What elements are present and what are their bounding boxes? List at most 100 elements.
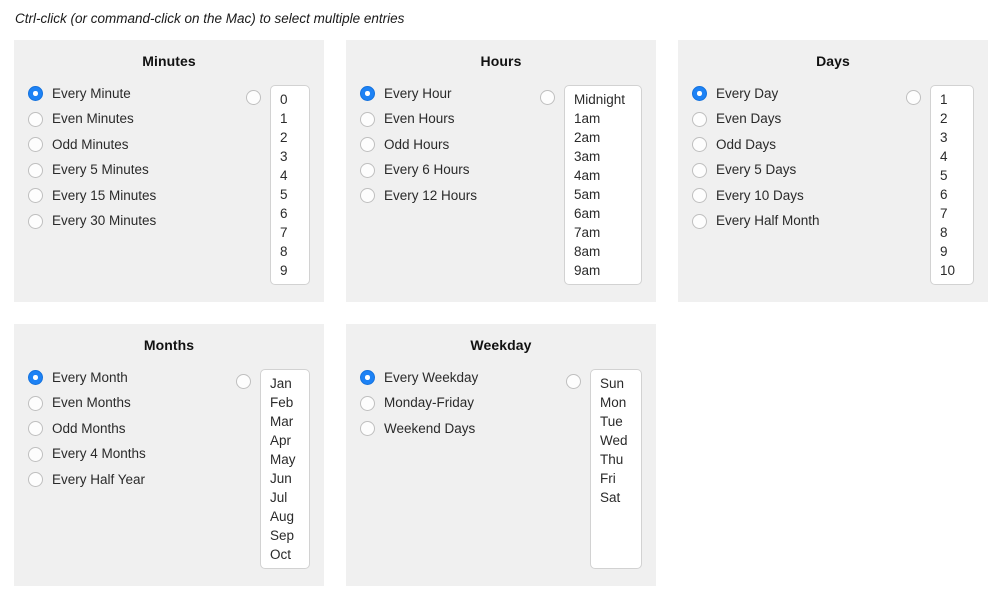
list-item[interactable]: Feb [261,393,309,412]
radio-icon-minutes-0[interactable] [28,86,43,102]
option-months-1[interactable]: Even Months [28,391,146,417]
option-hours-0[interactable]: Every Hour [360,81,477,107]
radio-icon-days-1[interactable] [692,111,707,127]
list-item[interactable]: Sep [261,526,309,545]
list-item[interactable]: 1 [271,109,309,128]
list-item[interactable]: 9 [271,261,309,280]
listbox-months[interactable]: Jan Feb Mar Apr May Jun Jul Aug Sep Oct [260,369,310,569]
radio-icon-months-3[interactable] [28,446,43,462]
list-item[interactable]: 5 [271,185,309,204]
listbox-hours[interactable]: Midnight 1am 2am 3am 4am 5am 6am 7am 8am… [564,85,642,285]
list-item[interactable]: Apr [261,431,309,450]
list-item[interactable]: 4 [931,147,973,166]
list-item[interactable]: Jan [261,374,309,393]
list-item[interactable]: 8am [565,242,641,261]
list-item[interactable]: May [261,450,309,469]
radio-icon-hours-4[interactable] [360,188,375,204]
radio-icon-minutes-4[interactable] [28,188,43,204]
radio-icon-weekday-specific[interactable] [566,374,581,389]
list-item[interactable]: Mar [261,412,309,431]
radio-icon-months-4[interactable] [28,472,43,488]
option-days-5[interactable]: Every Half Month [692,209,820,235]
list-item[interactable]: 8 [271,242,309,261]
list-item[interactable]: Sat [591,488,641,507]
list-item[interactable]: 6am [565,204,641,223]
listbox-minutes[interactable]: 0 1 2 3 4 5 6 7 8 9 [270,85,310,285]
option-days-2[interactable]: Odd Days [692,132,820,158]
option-days-4[interactable]: Every 10 Days [692,183,820,209]
radio-icon-hours-1[interactable] [360,111,375,127]
list-item[interactable]: 2am [565,128,641,147]
list-item[interactable]: 1 [931,90,973,109]
radio-icon-minutes-2[interactable] [28,137,43,153]
list-item[interactable]: 3 [271,147,309,166]
listbox-weekday[interactable]: Sun Mon Tue Wed Thu Fri Sat [590,369,642,569]
radio-icon-hours-0[interactable] [360,86,375,102]
list-item[interactable]: Oct [261,545,309,564]
list-item[interactable]: 8 [931,223,973,242]
list-item[interactable]: 2 [931,109,973,128]
list-item[interactable]: 1am [565,109,641,128]
radio-icon-days-4[interactable] [692,188,707,204]
radio-icon-days-0[interactable] [692,86,707,102]
option-hours-4[interactable]: Every 12 Hours [360,183,477,209]
option-days-1[interactable]: Even Days [692,107,820,133]
radio-icon-months-2[interactable] [28,421,43,437]
list-item[interactable]: 5 [931,166,973,185]
radio-icon-days-specific[interactable] [906,90,921,105]
option-hours-1[interactable]: Even Hours [360,107,477,133]
option-days-0[interactable]: Every Day [692,81,820,107]
list-item[interactable]: 9am [565,261,641,280]
list-item[interactable]: 4am [565,166,641,185]
radio-icon-months-0[interactable] [28,370,43,386]
radio-icon-days-2[interactable] [692,137,707,153]
radio-icon-months-specific[interactable] [236,374,251,389]
radio-icon-weekday-1[interactable] [360,395,375,411]
radio-icon-months-1[interactable] [28,395,43,411]
list-item[interactable]: 5am [565,185,641,204]
option-hours-2[interactable]: Odd Hours [360,132,477,158]
radio-icon-hours-3[interactable] [360,162,375,178]
list-item[interactable]: Midnight [565,90,641,109]
list-item[interactable]: Wed [591,431,641,450]
list-item[interactable]: 0 [271,90,309,109]
radio-icon-days-5[interactable] [692,213,707,229]
list-item[interactable]: Thu [591,450,641,469]
list-item[interactable]: 3 [931,128,973,147]
list-item[interactable]: Sun [591,374,641,393]
list-item[interactable]: 2 [271,128,309,147]
list-item[interactable]: 4 [271,166,309,185]
option-months-0[interactable]: Every Month [28,365,146,391]
list-item[interactable]: Mon [591,393,641,412]
radio-icon-minutes-specific[interactable] [246,90,261,105]
list-item[interactable]: 10 [931,261,973,280]
option-months-2[interactable]: Odd Months [28,416,146,442]
option-weekday-2[interactable]: Weekend Days [360,416,478,442]
listbox-days[interactable]: 1 2 3 4 5 6 7 8 9 10 [930,85,974,285]
list-item[interactable]: 9 [931,242,973,261]
radio-icon-weekday-0[interactable] [360,370,375,386]
option-minutes-2[interactable]: Odd Minutes [28,132,156,158]
option-days-3[interactable]: Every 5 Days [692,158,820,184]
radio-icon-days-3[interactable] [692,162,707,178]
option-minutes-1[interactable]: Even Minutes [28,107,156,133]
list-item[interactable]: 7am [565,223,641,242]
list-item[interactable]: 3am [565,147,641,166]
list-item[interactable]: Jul [261,488,309,507]
list-item[interactable]: 7 [931,204,973,223]
radio-icon-hours-specific[interactable] [540,90,555,105]
list-item[interactable]: 7 [271,223,309,242]
radio-icon-weekday-2[interactable] [360,421,375,437]
radio-icon-hours-2[interactable] [360,137,375,153]
option-minutes-4[interactable]: Every 15 Minutes [28,183,156,209]
radio-icon-minutes-5[interactable] [28,213,43,229]
list-item[interactable]: 6 [271,204,309,223]
list-item[interactable]: Jun [261,469,309,488]
list-item[interactable]: 6 [931,185,973,204]
list-item[interactable]: Tue [591,412,641,431]
option-weekday-1[interactable]: Monday-Friday [360,391,478,417]
option-months-4[interactable]: Every Half Year [28,467,146,493]
radio-icon-minutes-1[interactable] [28,111,43,127]
option-minutes-0[interactable]: Every Minute [28,81,156,107]
option-hours-3[interactable]: Every 6 Hours [360,158,477,184]
